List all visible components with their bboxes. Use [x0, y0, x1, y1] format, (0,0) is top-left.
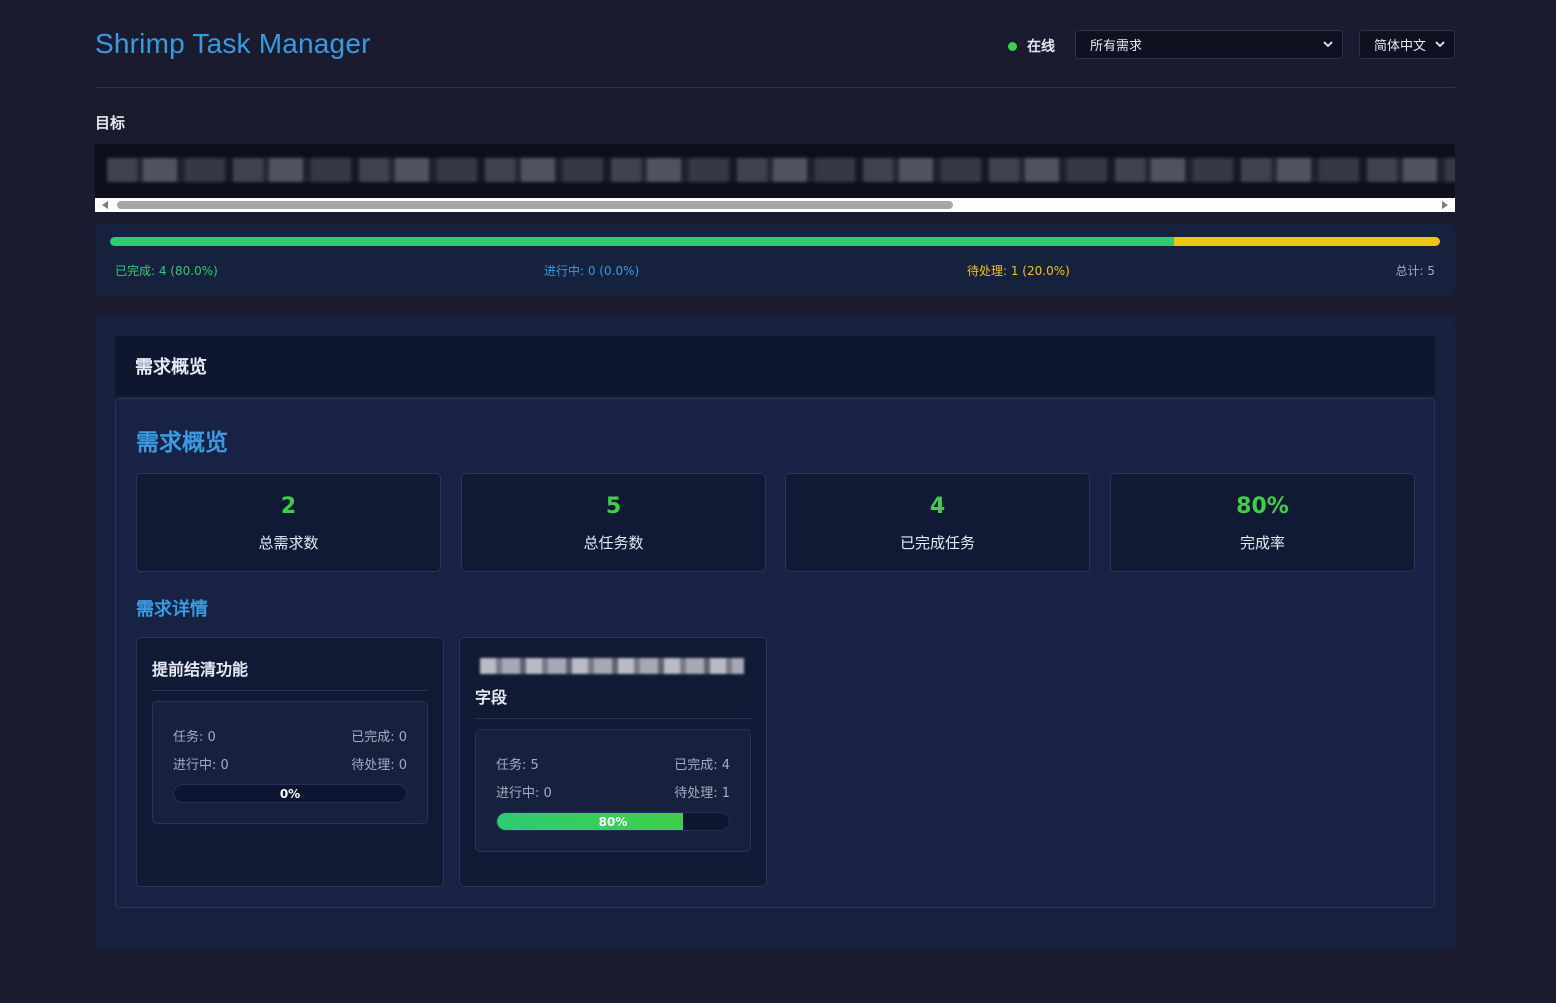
progress-percent: 0% — [279, 787, 301, 801]
divider — [152, 690, 428, 691]
pending-count: 待处理: 1 — [674, 786, 730, 801]
in-progress-count: 进行中: 0 — [173, 758, 229, 773]
stat-value: 2 — [280, 494, 297, 519]
progress-segment-completed — [110, 237, 1174, 246]
stat-label: 完成率 — [1239, 534, 1285, 552]
connection-status: 在线 — [1008, 36, 1055, 56]
tasks-count: 任务: 0 — [173, 730, 216, 745]
progress-segment-pending — [1174, 237, 1440, 246]
requirement-title-redacted — [480, 658, 744, 674]
requirement-progress-bar: 0% — [173, 784, 407, 803]
stat-label: 总需求数 — [258, 534, 319, 552]
goal-label: 目标 — [95, 114, 126, 132]
legend-in-progress: 进行中: 0 (0.0%) — [544, 264, 640, 278]
divider — [475, 718, 751, 719]
overall-progress-panel: 已完成: 4 (80.0%) 进行中: 0 (0.0%) 待处理: 1 (20.… — [95, 223, 1455, 296]
app-title: Shrimp Task Manager — [95, 28, 371, 59]
overview-content: 需求概览 2 总需求数 5 总任务数 4 已完成任务 80% 完成率 需求详情 … — [115, 398, 1435, 908]
stat-card-total-requirements: 2 总需求数 — [136, 473, 441, 572]
stat-card-completed-tasks: 4 已完成任务 — [785, 473, 1090, 572]
legend-total: 总计: 5 — [1395, 264, 1436, 278]
goal-text-box — [95, 144, 1455, 198]
language-select[interactable]: 简体中文 — [1359, 30, 1455, 59]
legend-completed: 已完成: 4 (80.0%) — [115, 264, 218, 278]
stat-label: 已完成任务 — [899, 534, 975, 552]
chevron-down-icon — [1435, 41, 1445, 48]
header: Shrimp Task Manager 在线 所有需求 简体中文 — [95, 0, 1455, 88]
goal-horizontal-scrollbar[interactable] — [95, 198, 1455, 212]
stats-row: 任务: 5 已完成: 4 — [496, 754, 730, 773]
stat-value: 4 — [929, 494, 946, 519]
stats-row: 进行中: 0 待处理: 1 — [496, 782, 730, 801]
chevron-down-icon — [1323, 41, 1333, 48]
stats-row: 任务: 0 已完成: 0 — [173, 726, 407, 745]
main-panel: 需求概览 需求概览 2 总需求数 5 总任务数 4 已完成任务 80% 完成率 … — [95, 316, 1455, 948]
scroll-thumb[interactable] — [117, 201, 953, 209]
stat-value: 80% — [1236, 494, 1289, 519]
progress-percent: 80% — [598, 815, 628, 829]
requirement-title: 字段 — [475, 688, 508, 707]
completed-count: 已完成: 4 — [674, 758, 730, 773]
requirement-select-value: 所有需求 — [1090, 39, 1143, 54]
progress-legend: 已完成: 4 (80.0%) 进行中: 0 (0.0%) 待处理: 1 (20.… — [115, 262, 1435, 278]
overview-heading: 需求概览 — [136, 430, 228, 456]
section-header: 需求概览 — [115, 336, 1435, 396]
overall-progress-bar — [110, 237, 1440, 246]
language-select-value: 简体中文 — [1374, 39, 1427, 54]
scroll-left-icon[interactable] — [102, 201, 108, 209]
requirement-card[interactable]: 提前结清功能 任务: 0 已完成: 0 进行中: 0 待处理: 0 0% — [136, 637, 444, 887]
goal-text-redacted — [107, 158, 1455, 182]
scroll-right-icon[interactable] — [1442, 201, 1448, 209]
requirement-stats: 任务: 0 已完成: 0 进行中: 0 待处理: 0 0% — [152, 701, 428, 824]
pending-count: 待处理: 0 — [351, 758, 407, 773]
requirement-card[interactable]: 字段 任务: 5 已完成: 4 进行中: 0 待处理: 1 80% — [459, 637, 767, 887]
status-text: 在线 — [1027, 39, 1055, 55]
in-progress-count: 进行中: 0 — [496, 786, 552, 801]
requirement-progress-bar: 80% — [496, 812, 730, 831]
completed-count: 已完成: 0 — [351, 730, 407, 745]
requirement-select[interactable]: 所有需求 — [1075, 30, 1343, 59]
stat-card-total-tasks: 5 总任务数 — [461, 473, 766, 572]
details-heading: 需求详情 — [136, 599, 208, 620]
stat-value: 5 — [605, 494, 622, 519]
status-dot-icon — [1008, 41, 1017, 51]
legend-pending: 待处理: 1 (20.0%) — [967, 264, 1070, 278]
tasks-count: 任务: 5 — [496, 758, 539, 773]
stats-row: 进行中: 0 待处理: 0 — [173, 754, 407, 773]
stat-label: 总任务数 — [583, 534, 644, 552]
stat-card-completion-rate: 80% 完成率 — [1110, 473, 1415, 572]
requirement-title: 提前结清功能 — [152, 660, 249, 679]
requirement-stats: 任务: 5 已完成: 4 进行中: 0 待处理: 1 80% — [475, 729, 751, 852]
app-root: Shrimp Task Manager 在线 所有需求 简体中文 目标 已完成: — [95, 0, 1455, 948]
